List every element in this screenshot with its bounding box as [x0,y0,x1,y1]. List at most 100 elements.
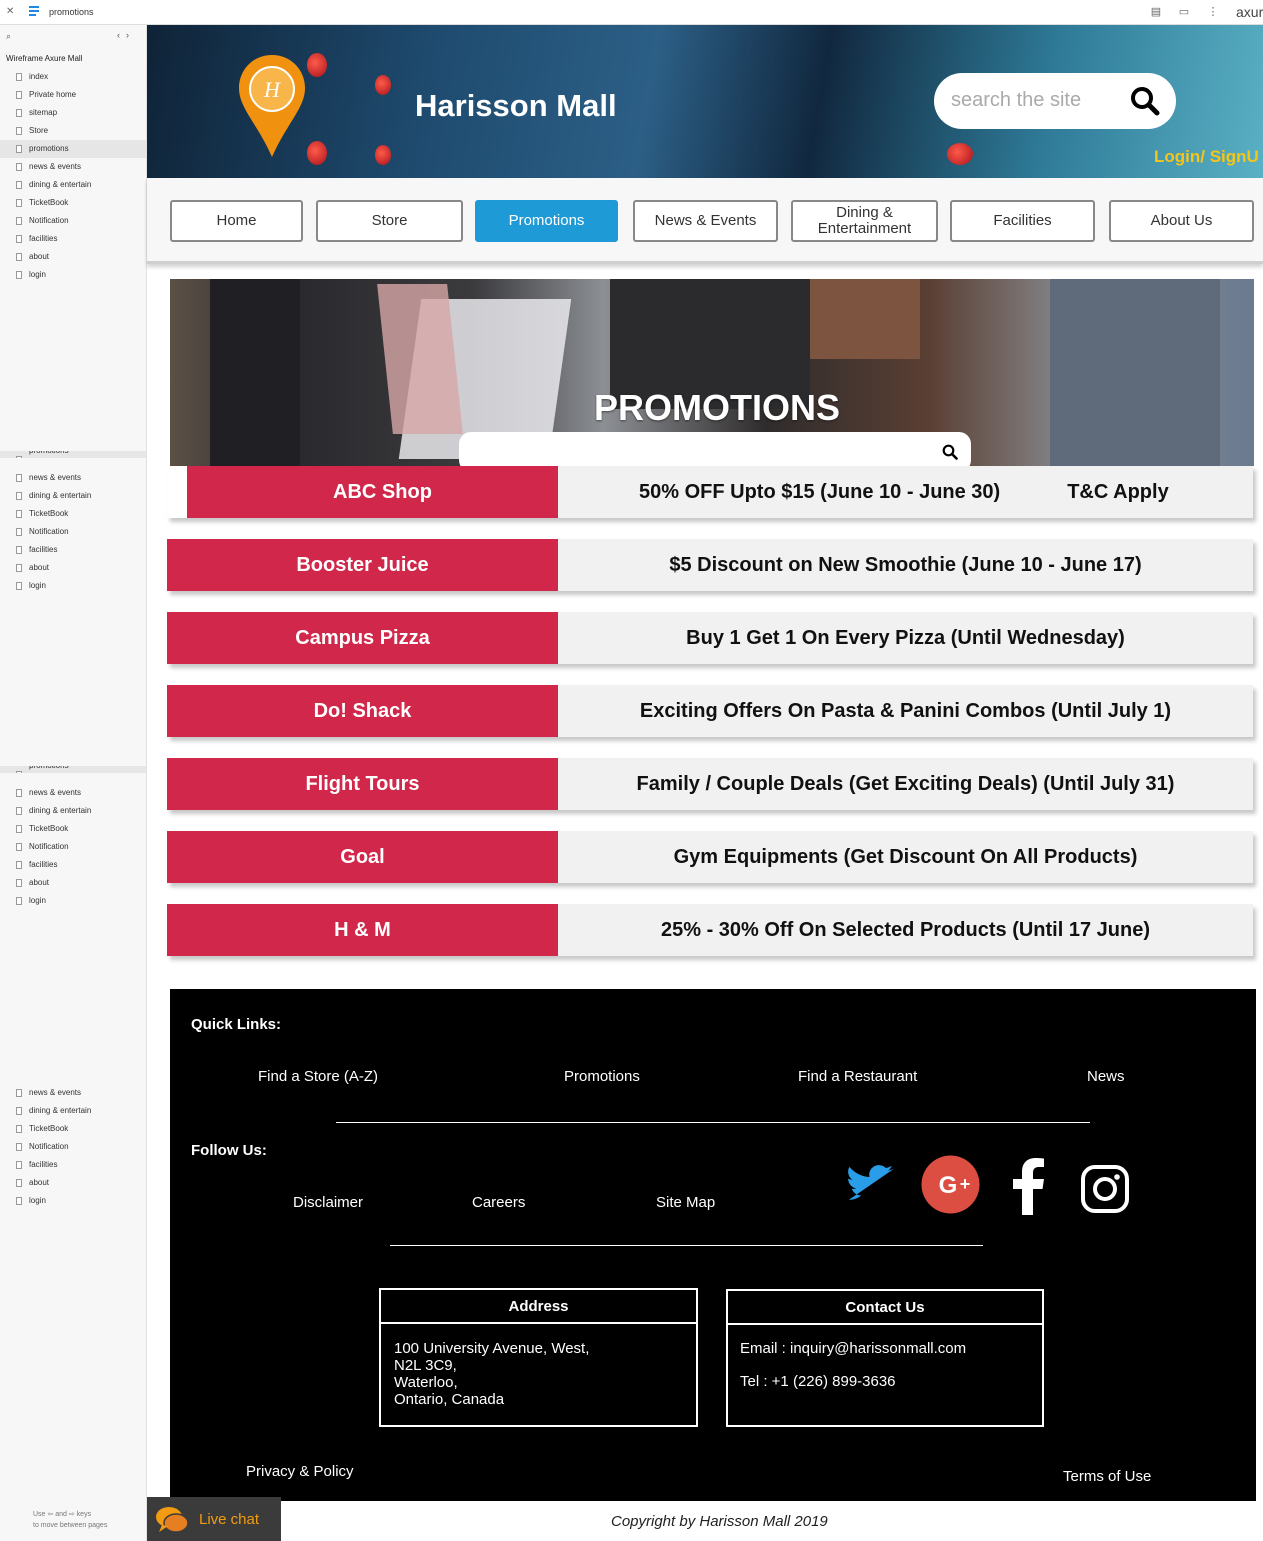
sidebar-page-item[interactable]: login [0,577,146,595]
sidebar-page-item[interactable]: Notification [0,212,146,230]
footer-link-careers[interactable]: Careers [472,1194,525,1211]
shopping-bag-image [810,279,920,359]
sidebar-page-item[interactable]: dining & entertain [0,176,146,194]
promo-row[interactable]: Campus Pizza Buy 1 Get 1 On Every Pizza … [167,612,1253,664]
sidebar-page-label: login [29,896,46,905]
sidebar-nav-arrows[interactable]: ‹› [117,30,135,40]
sidebar-page-item[interactable]: facilities [0,230,146,248]
quick-links-label: Quick Links: [191,1016,282,1033]
pages-menu-icon[interactable] [29,6,39,16]
search-placeholder[interactable]: search the site [951,89,1081,112]
more-options-icon[interactable]: ⋮ [1207,5,1219,19]
search-icon[interactable] [942,444,958,460]
contact-box: Contact Us Email : inquiry@harissonmall.… [726,1289,1044,1427]
promo-shop-name[interactable]: ABC Shop [187,466,578,518]
google-plus-icon[interactable]: G + [921,1155,980,1214]
sidebar-page-item[interactable]: news & events [0,469,146,487]
sidebar-page-item[interactable]: Private home [0,86,146,104]
sidebar-page-item[interactable]: about [0,559,146,577]
sidebar-page-item[interactable]: dining & entertain [0,802,146,820]
login-signup-link[interactable]: Login/ SignU [1154,147,1259,167]
sidebar-page-item[interactable]: promotions [0,140,146,158]
sidebar-page-item[interactable]: index [0,68,146,86]
sidebar-page-item[interactable]: dining & entertain [0,1102,146,1120]
promo-shop-name[interactable]: Flight Tours [167,758,558,810]
promo-row[interactable]: ABC Shop 50% OFF Upto $15 (June 10 - Jun… [167,466,1253,518]
sidebar-page-item[interactable]: TicketBook [0,820,146,838]
nav-store[interactable]: Store [316,200,463,242]
footer-link-find-store[interactable]: Find a Store (A-Z) [258,1068,378,1085]
page-icon [16,199,22,207]
facebook-icon[interactable] [1010,1157,1050,1215]
promo-shop-name[interactable]: Campus Pizza [167,612,558,664]
search-icon[interactable] [1130,86,1160,116]
promo-row[interactable]: Booster Juice $5 Discount on New Smoothi… [167,539,1253,591]
nav-news-events[interactable]: News & Events [633,200,778,242]
footer-link-site-map[interactable]: Site Map [656,1194,715,1211]
sidebar-page-item[interactable]: login [0,892,146,910]
sidebar-page-label: TicketBook [29,198,69,207]
live-chat-button[interactable]: Live chat [147,1497,281,1541]
sidebar-page-item[interactable]: Notification [0,1138,146,1156]
address-line: Waterloo, [394,1374,458,1391]
sidebar-page-item[interactable]: TicketBook [0,1120,146,1138]
live-chat-label[interactable]: Live chat [199,1511,259,1528]
promo-shop-name[interactable]: H & M [167,904,558,956]
footer-link-privacy[interactable]: Privacy & Policy [246,1463,354,1480]
promo-offer-text: Gym Equipments (Get Discount On All Prod… [558,831,1253,883]
notes-icon[interactable]: ▤ [1150,5,1162,19]
contact-email[interactable]: Email : inquiry@harissonmall.com [740,1340,1042,1357]
sidebar-page-item[interactable]: promotions [0,451,146,458]
close-icon[interactable]: ✕ [6,6,14,17]
promo-row[interactable]: Goal Gym Equipments (Get Discount On All… [167,831,1253,883]
sidebar-page-label: facilities [29,1160,58,1169]
page-icon [16,456,22,458]
sidebar-page-item[interactable]: about [0,874,146,892]
sidebar-page-item[interactable]: sitemap [0,104,146,122]
sidebar-page-item[interactable]: TicketBook [0,505,146,523]
sidebar-page-item[interactable]: about [0,248,146,266]
promo-row[interactable]: H & M 25% - 30% Off On Selected Products… [167,904,1253,956]
search-icon[interactable]: ⌕ [6,31,11,42]
site-search-input[interactable]: search the site [934,73,1176,129]
nav-dining-entertainment[interactable]: Dining & Entertainment [791,200,938,242]
sidebar-page-item[interactable]: facilities [0,1156,146,1174]
footer-link-find-restaurant[interactable]: Find a Restaurant [798,1068,917,1085]
promo-shop-name[interactable]: Booster Juice [167,539,558,591]
sidebar-page-item[interactable]: news & events [0,784,146,802]
comments-icon[interactable]: ▭ [1178,5,1190,19]
page-icon [16,163,22,171]
sidebar-page-item[interactable]: login [0,266,146,284]
sidebar-page-item[interactable]: Notification [0,523,146,541]
nav-promotions[interactable]: Promotions [475,200,618,242]
contact-phone[interactable]: Tel : +1 (226) 899-3636 [740,1373,1042,1390]
instagram-icon[interactable] [1080,1164,1130,1214]
nav-home[interactable]: Home [170,200,303,242]
sidebar-page-item[interactable]: login [0,1192,146,1210]
harisson-logo-icon[interactable]: H [237,53,307,159]
promo-shop-name[interactable]: Goal [167,831,558,883]
promotions-search-input[interactable] [459,432,971,466]
sidebar-page-item[interactable]: TicketBook [0,194,146,212]
sidebar-page-item[interactable]: dining & entertain [0,487,146,505]
sidebar-page-item[interactable]: news & events [0,1084,146,1102]
nav-about-us[interactable]: About Us [1109,200,1254,242]
sidebar-page-item[interactable]: facilities [0,541,146,559]
footer-link-terms[interactable]: Terms of Use [1063,1468,1151,1485]
nav-facilities[interactable]: Facilities [950,200,1095,242]
twitter-icon[interactable] [847,1164,895,1204]
footer-link-promotions[interactable]: Promotions [564,1068,640,1085]
sidebar-page-item[interactable]: facilities [0,856,146,874]
sidebar-page-item[interactable]: Store [0,122,146,140]
sidebar-page-item[interactable]: about [0,1174,146,1192]
sidebar-page-item[interactable]: promotions [0,766,146,773]
promo-row[interactable]: Do! Shack Exciting Offers On Pasta & Pan… [167,685,1253,737]
promo-shop-name[interactable]: Do! Shack [167,685,558,737]
footer-link-news[interactable]: News [1087,1068,1125,1085]
footer-link-disclaimer[interactable]: Disclaimer [293,1194,363,1211]
sidebar-page-item[interactable]: news & events [0,158,146,176]
sidebar-page-item[interactable]: Notification [0,838,146,856]
promo-row[interactable]: Flight Tours Family / Couple Deals (Get … [167,758,1253,810]
page-icon [16,510,22,518]
page-icon [16,1107,22,1115]
